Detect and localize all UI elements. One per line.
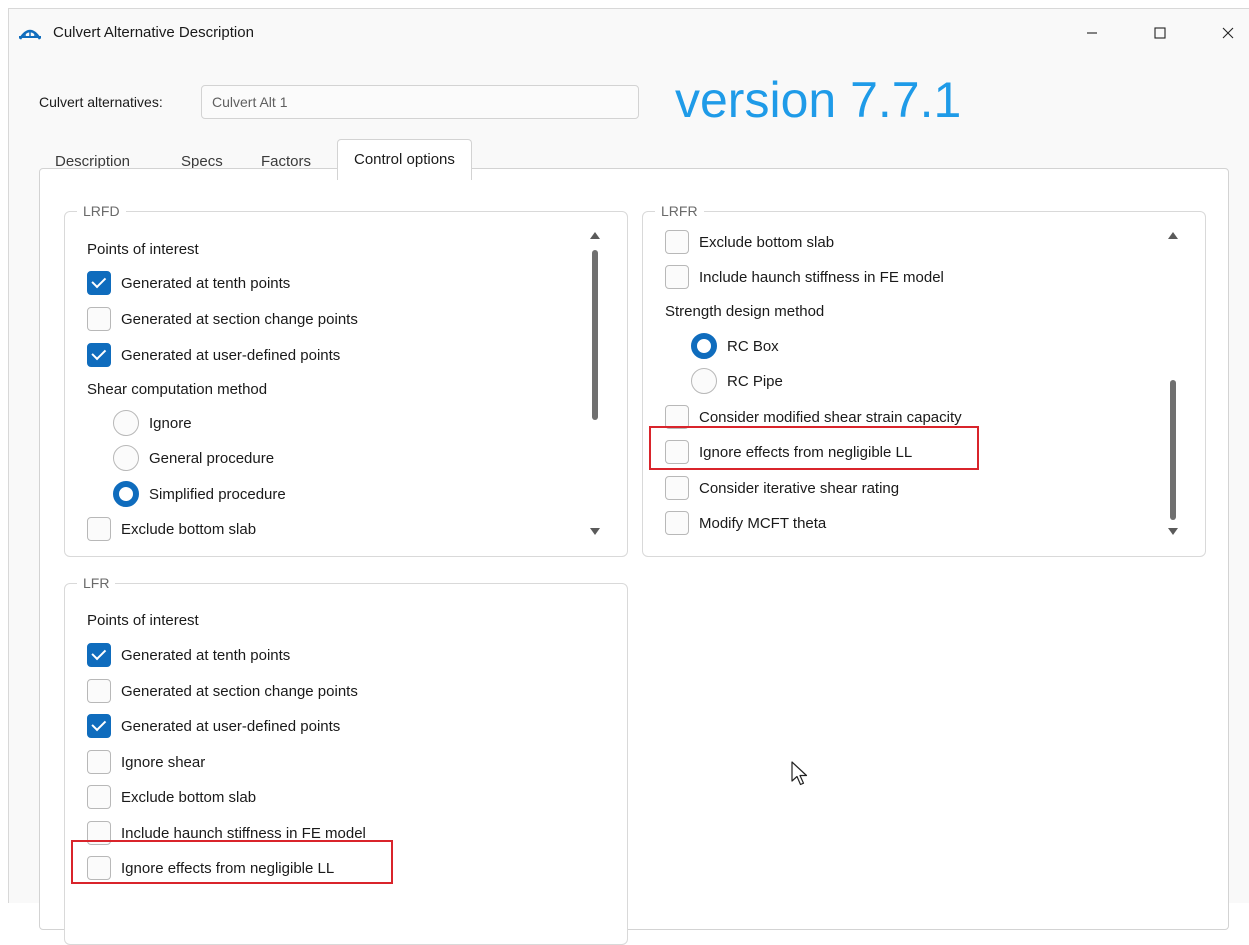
lfr-include-haunch[interactable]: Include haunch stiffness in FE model <box>87 819 366 847</box>
minimize-icon <box>1087 32 1097 34</box>
lrfd-shear-heading: Shear computation method <box>87 380 268 398</box>
lrfd-list: Points of interest Generated at tenth po… <box>65 212 627 556</box>
checkbox[interactable] <box>87 750 111 774</box>
radio-button[interactable] <box>113 445 139 471</box>
checkbox[interactable] <box>87 271 111 295</box>
version-label: version 7.7.1 <box>675 72 962 128</box>
checkbox[interactable] <box>665 511 689 535</box>
checkbox[interactable] <box>665 265 689 289</box>
lrfr-iterative-shear-rating[interactable]: Consider iterative shear rating <box>665 474 899 502</box>
minimize-button[interactable] <box>1069 17 1115 49</box>
checkbox[interactable] <box>665 440 689 464</box>
tab-control-options[interactable]: Control options <box>337 139 472 180</box>
lrfr-ignore-negligible-ll[interactable]: Ignore effects from negligible LL <box>665 438 912 466</box>
checkbox[interactable] <box>87 517 111 541</box>
bridge-icon <box>18 25 42 41</box>
checkbox[interactable] <box>665 476 689 500</box>
culvert-alternatives-input[interactable] <box>201 85 639 119</box>
lfr-exclude-bottom-slab[interactable]: Exclude bottom slab <box>87 783 256 811</box>
lrfr-group: LRFR Exclude bottom slab Include haunch … <box>642 203 1206 557</box>
close-icon <box>1222 27 1234 39</box>
lrfr-list: Exclude bottom slab Include haunch stiff… <box>643 212 1205 556</box>
scroll-up-icon[interactable] <box>590 232 600 239</box>
lrfr-rc-box[interactable]: RC Box <box>691 332 779 360</box>
lrfr-modify-mcft-theta[interactable]: Modify MCFT theta <box>665 509 826 537</box>
radio-button[interactable] <box>691 333 717 359</box>
checkbox[interactable] <box>87 643 111 667</box>
lfr-ignore-shear[interactable]: Ignore shear <box>87 748 205 776</box>
maximize-button[interactable] <box>1137 17 1183 49</box>
lrfr-rc-pipe[interactable]: RC Pipe <box>691 367 783 395</box>
scroll-down-icon[interactable] <box>590 528 600 535</box>
mouse-pointer-icon <box>791 761 809 791</box>
close-button[interactable] <box>1205 17 1249 49</box>
lfr-tenth-points[interactable]: Generated at tenth points <box>87 641 290 669</box>
scroll-down-icon[interactable] <box>1168 528 1178 535</box>
control-options-panel: LRFD Points of interest Generated at ten… <box>39 168 1229 945</box>
lfr-poi-heading: Points of interest <box>87 611 199 629</box>
lrfd-shear-simplified[interactable]: Simplified procedure <box>113 480 286 508</box>
lrfr-exclude-bottom-slab[interactable]: Exclude bottom slab <box>665 228 834 256</box>
lrfd-group: LRFD Points of interest Generated at ten… <box>64 203 628 557</box>
lfr-user-defined-points[interactable]: Generated at user-defined points <box>87 712 340 740</box>
checkbox[interactable] <box>87 307 111 331</box>
lfr-ignore-negligible-ll[interactable]: Ignore effects from negligible LL <box>87 854 334 882</box>
window-title: Culvert Alternative Description <box>53 24 254 41</box>
lfr-section-change-points[interactable]: Generated at section change points <box>87 677 358 705</box>
lrfd-scrollbar-thumb[interactable] <box>592 250 598 420</box>
radio-button[interactable] <box>113 481 139 507</box>
checkbox[interactable] <box>87 821 111 845</box>
lrfd-exclude-bottom-slab[interactable]: Exclude bottom slab <box>87 515 256 543</box>
checkbox[interactable] <box>665 405 689 429</box>
lrfd-tenth-points[interactable]: Generated at tenth points <box>87 269 290 297</box>
checkbox[interactable] <box>87 714 111 738</box>
checkbox[interactable] <box>87 785 111 809</box>
lfr-group: LFR Points of interest Generated at tent… <box>64 575 628 945</box>
lrfd-user-defined-points[interactable]: Generated at user-defined points <box>87 341 340 369</box>
lrfr-include-haunch[interactable]: Include haunch stiffness in FE model <box>665 263 944 291</box>
checkbox[interactable] <box>665 230 689 254</box>
checkbox[interactable] <box>87 679 111 703</box>
lrfd-shear-general[interactable]: General procedure <box>113 444 274 472</box>
lrfd-shear-ignore[interactable]: Ignore <box>113 409 192 437</box>
lrfr-scrollbar-thumb[interactable] <box>1170 380 1176 520</box>
lrfr-modified-shear-strain[interactable]: Consider modified shear strain capacity <box>665 403 962 431</box>
radio-button[interactable] <box>691 368 717 394</box>
lrfr-strength-heading: Strength design method <box>665 302 825 320</box>
lrfd-poi-heading: Points of interest <box>87 240 199 258</box>
lrfd-section-change-points[interactable]: Generated at section change points <box>87 305 358 333</box>
lfr-list: Points of interest Generated at tenth po… <box>65 584 627 944</box>
radio-button[interactable] <box>113 410 139 436</box>
maximize-icon <box>1154 27 1166 39</box>
scroll-up-icon[interactable] <box>1168 232 1178 239</box>
checkbox[interactable] <box>87 343 111 367</box>
culvert-alternatives-label: Culvert alternatives: <box>39 94 163 110</box>
checkbox[interactable] <box>87 856 111 880</box>
title-bar: Culvert Alternative Description <box>9 9 1249 57</box>
dialog-window: Culvert Alternative Description Culvert … <box>8 8 1249 945</box>
